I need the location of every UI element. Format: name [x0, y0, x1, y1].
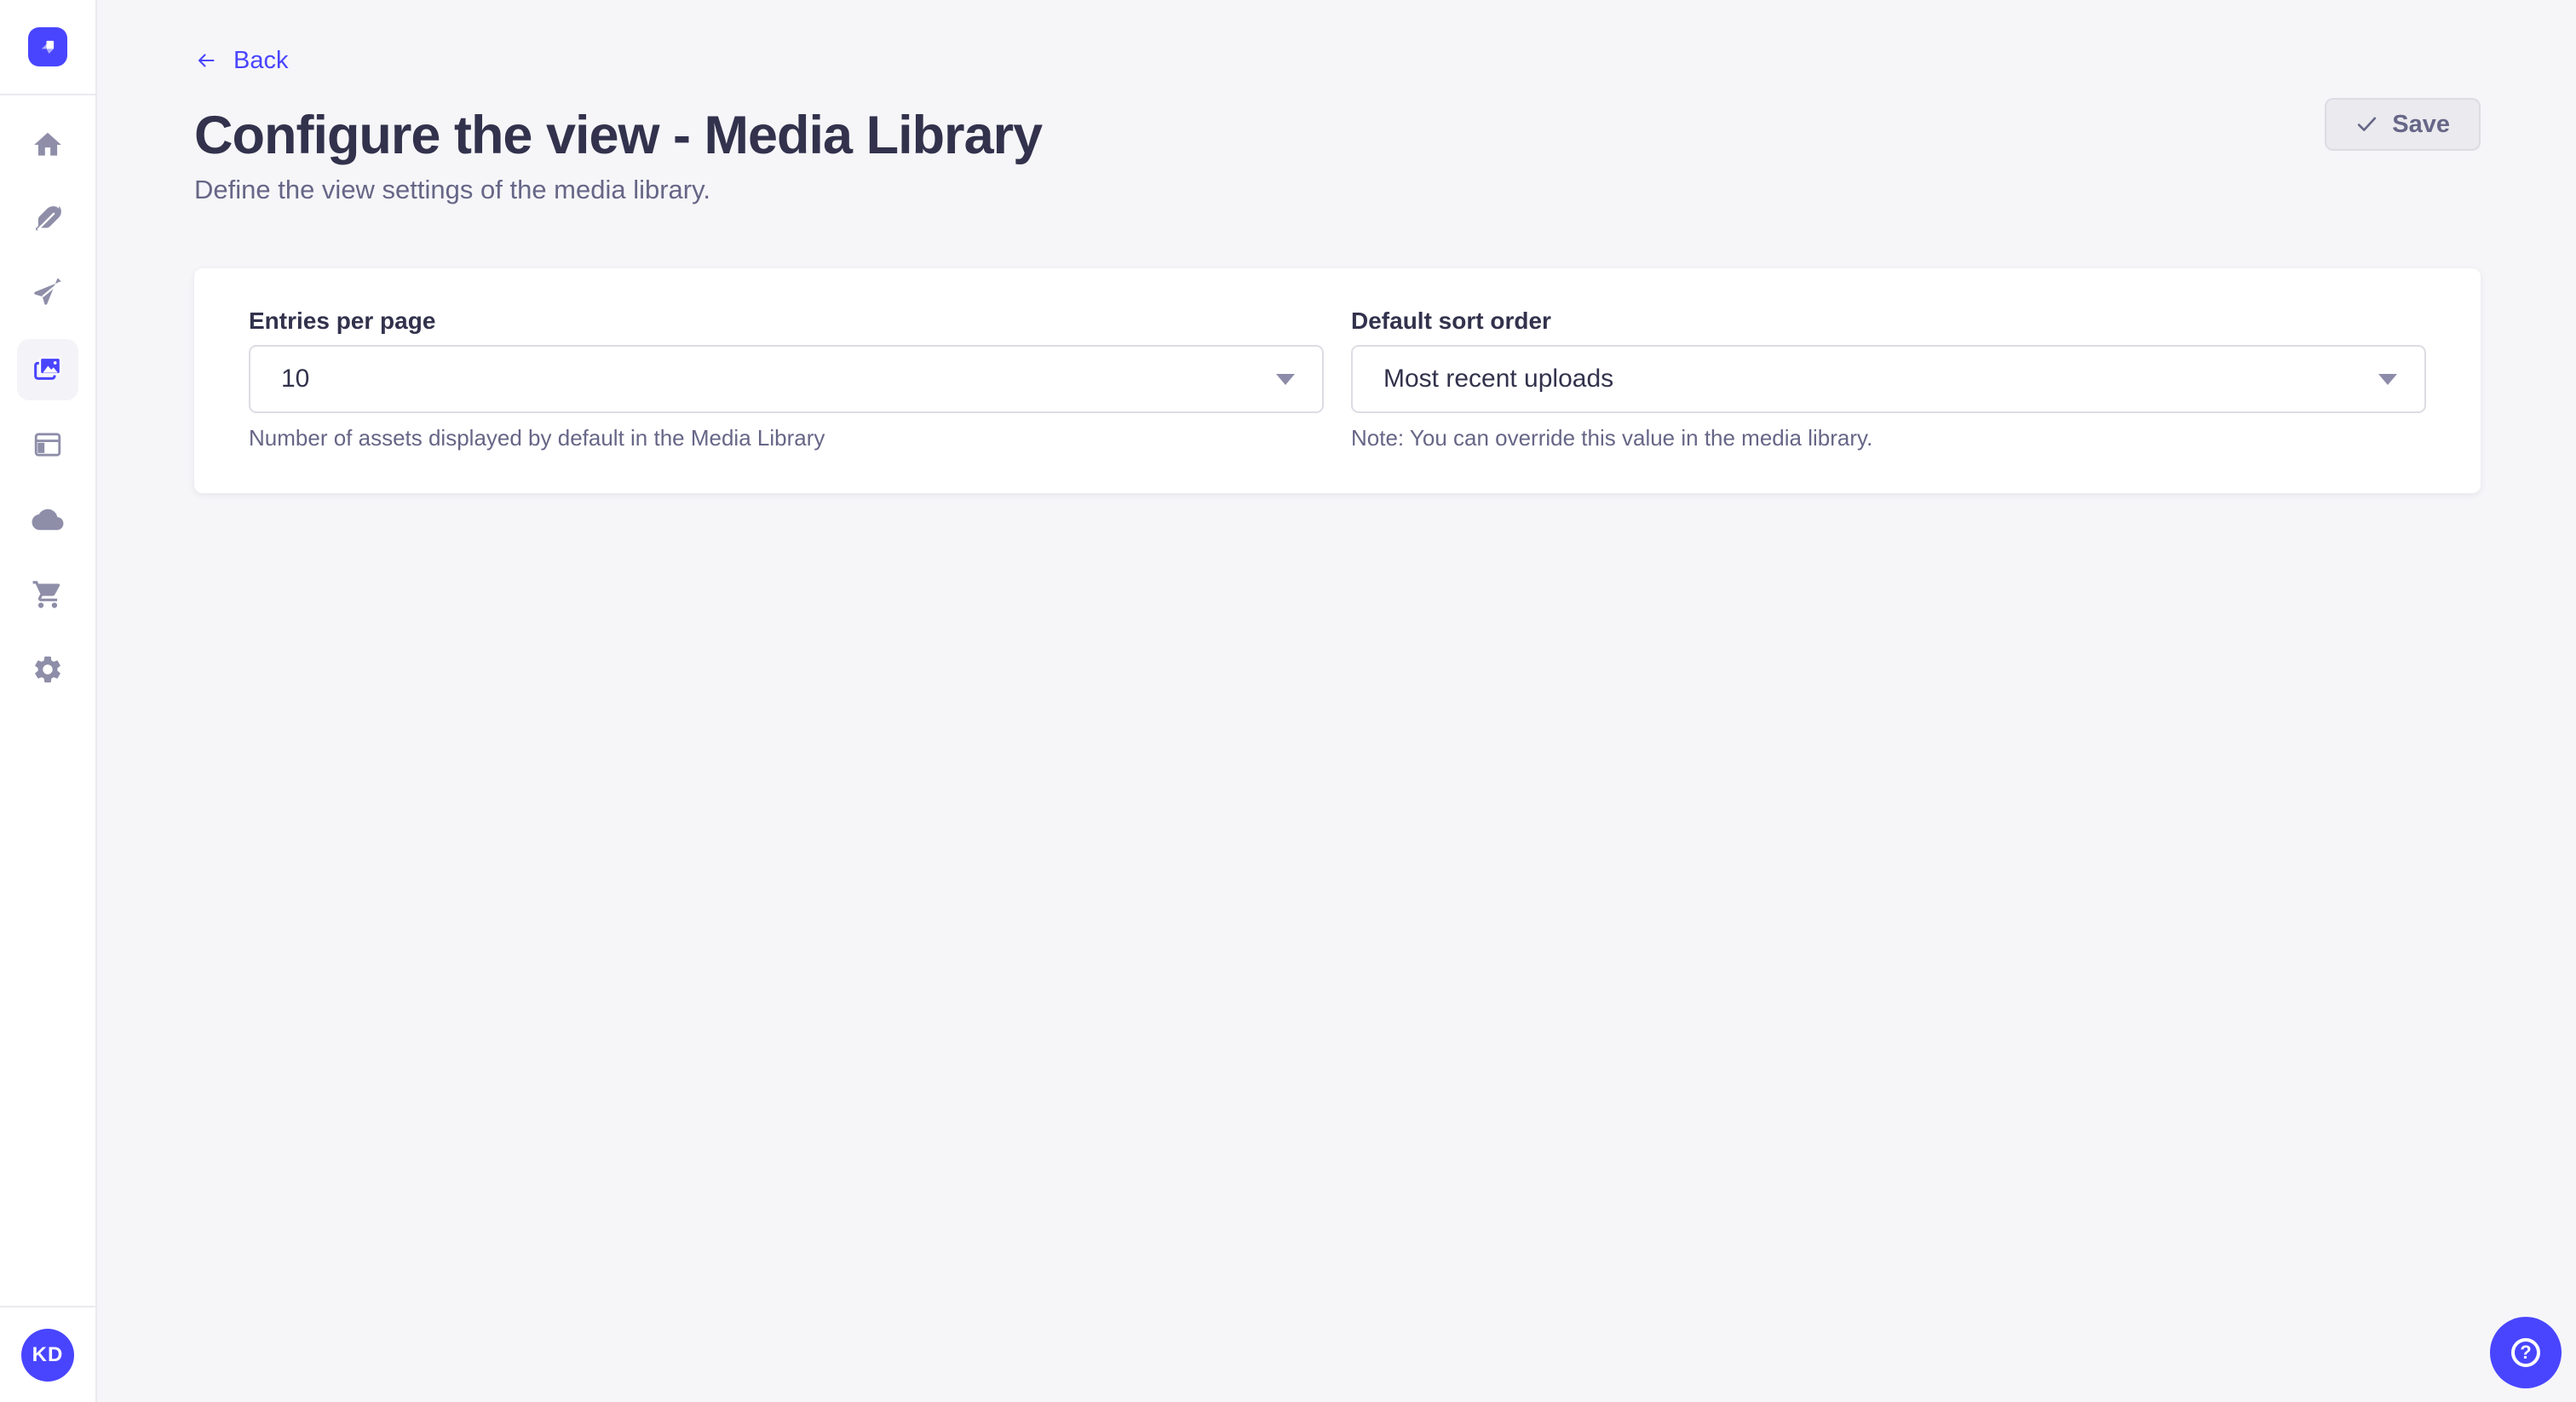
feather-icon — [32, 204, 64, 236]
main-content: Back Configure the view - Media Library … — [97, 0, 2576, 1402]
default-sort-order-label: Default sort order — [1351, 307, 2426, 335]
sidebar-nav — [17, 95, 78, 1306]
sidebar-item-settings[interactable] — [17, 639, 78, 700]
page-title: Configure the view - Media Library — [194, 109, 2481, 163]
sidebar-item-releases[interactable] — [17, 264, 78, 325]
chevron-down-icon — [1276, 374, 1295, 385]
user-avatar[interactable]: KD — [21, 1329, 74, 1382]
media-library-icon — [31, 353, 65, 387]
user-avatar-initials: KD — [32, 1343, 64, 1367]
help-button[interactable]: ? — [2490, 1317, 2562, 1388]
save-button-label: Save — [2392, 111, 2450, 139]
save-button[interactable]: Save — [2325, 98, 2481, 151]
field-default-sort-order: Default sort order Most recent uploads N… — [1351, 307, 2426, 451]
settings-fields: Entries per page 10 Number of assets dis… — [249, 307, 2426, 451]
gear-icon — [32, 653, 64, 686]
back-link[interactable]: Back — [194, 48, 288, 73]
check-icon — [2355, 115, 2378, 134]
cloud-icon — [31, 503, 65, 537]
default-sort-order-hint: Note: You can override this value in the… — [1351, 425, 2426, 451]
strapi-logo-icon — [35, 34, 60, 60]
default-sort-order-select[interactable]: Most recent uploads — [1351, 345, 2426, 413]
sidebar-item-marketplace[interactable] — [17, 564, 78, 625]
sidebar-item-deploy[interactable] — [17, 489, 78, 550]
sidebar-item-content-type-builder[interactable] — [17, 414, 78, 475]
sidebar-logo-section — [0, 0, 95, 95]
back-link-label: Back — [233, 48, 288, 73]
question-mark-icon: ? — [2511, 1338, 2540, 1367]
entries-per-page-select[interactable]: 10 — [249, 345, 1324, 413]
settings-card: Entries per page 10 Number of assets dis… — [194, 268, 2481, 493]
sidebar: KD — [0, 0, 97, 1402]
field-entries-per-page: Entries per page 10 Number of assets dis… — [249, 307, 1324, 451]
cart-icon — [32, 578, 64, 611]
sidebar-user-section: KD — [0, 1306, 95, 1402]
entries-per-page-label: Entries per page — [249, 307, 1324, 335]
sidebar-item-media-library[interactable] — [17, 339, 78, 400]
entries-per-page-value: 10 — [281, 365, 309, 394]
paper-plane-icon — [32, 279, 64, 311]
entries-per-page-hint: Number of assets displayed by default in… — [249, 425, 1324, 451]
sidebar-item-home[interactable] — [17, 114, 78, 175]
home-icon — [32, 129, 64, 161]
strapi-logo[interactable] — [28, 27, 67, 66]
arrow-left-icon — [194, 50, 218, 71]
default-sort-order-value: Most recent uploads — [1383, 365, 1613, 394]
sidebar-item-content-manager[interactable] — [17, 189, 78, 250]
chevron-down-icon — [2378, 374, 2397, 385]
layout-icon — [32, 428, 64, 461]
page-subtitle: Define the view settings of the media li… — [194, 175, 2481, 205]
